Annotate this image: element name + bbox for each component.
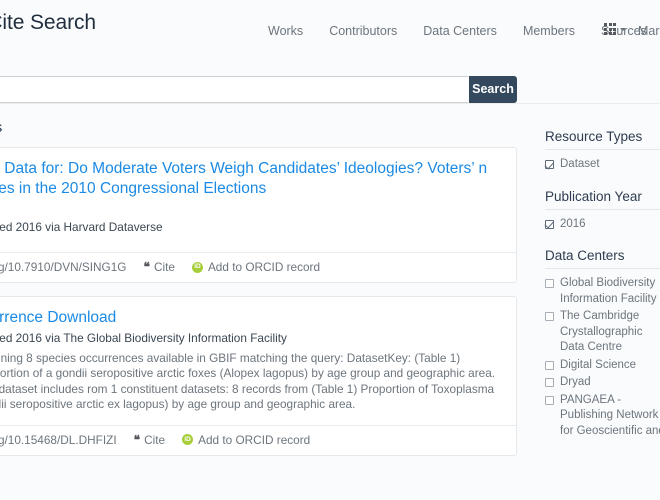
results-heading: Works xyxy=(0,119,517,136)
facet-option-gbif[interactable]: Global Biodiversity Information Facility xyxy=(545,276,660,307)
checkbox-icon[interactable] xyxy=(545,312,554,321)
facet-title: Data Centers xyxy=(545,248,660,269)
cite-button[interactable]: ❝ Cite xyxy=(143,260,174,274)
facet-option-digital-science[interactable]: Digital Science xyxy=(545,358,660,374)
facet-options: Dataset xyxy=(545,157,660,173)
facet-option-dataset[interactable]: Dataset xyxy=(545,157,660,173)
apps-menu-button[interactable] xyxy=(604,23,627,36)
search-button[interactable]: Search xyxy=(469,76,517,103)
cite-label: Cite xyxy=(153,260,175,274)
facet-publication-year: Publication Year 2016 xyxy=(545,189,660,233)
facet-option-dryad[interactable]: Dryad xyxy=(545,375,660,391)
orcid-label: Add to ORCID record xyxy=(207,260,321,274)
result-doi-link[interactable]: oi.org/10.7910/DVN/SING1G xyxy=(0,260,126,274)
nav-item-works[interactable]: Works xyxy=(268,24,303,38)
facet-option-label: Digital Science xyxy=(560,358,637,371)
facet-title: Publication Year xyxy=(545,189,660,210)
results-column: Works tion Data for: Do Moderate Voters … xyxy=(0,119,517,469)
result-description: ontaining 8 species occurrences availabl… xyxy=(0,350,496,412)
result-title[interactable]: ccurrence Download xyxy=(0,308,502,328)
cite-label: Cite xyxy=(144,432,166,447)
facet-options: 2016 xyxy=(545,217,660,233)
facet-option-label: 2016 xyxy=(560,217,586,230)
facet-sidebar: Resource Types Dataset Publication Year … xyxy=(545,129,660,455)
facet-title: Resource Types xyxy=(545,129,660,150)
checkbox-icon[interactable] xyxy=(545,395,554,405)
site-logo[interactable]: taCite Search xyxy=(0,11,96,35)
checkbox-icon[interactable] xyxy=(545,360,554,370)
facet-option-2016[interactable]: 2016 xyxy=(545,217,660,233)
checkbox-icon[interactable] xyxy=(545,279,554,288)
orcid-icon xyxy=(182,434,194,445)
checkbox-icon[interactable] xyxy=(545,219,554,229)
result-card-body: ccurrence Download blished 2016 via The … xyxy=(0,297,516,425)
datacite-search-page: taCite Search Works Contributors Data Ce… xyxy=(0,0,660,500)
top-navbar: taCite Search Works Contributors Data Ce… xyxy=(0,0,660,46)
grid-apps-icon xyxy=(604,23,617,36)
facet-option-label: Dryad xyxy=(560,376,591,388)
quote-icon: ❝ xyxy=(133,432,141,447)
checkbox-icon[interactable] xyxy=(545,160,554,169)
facet-option-label: Dataset xyxy=(560,158,600,170)
add-to-orcid-button[interactable]: Add to ORCID record xyxy=(182,433,310,447)
facet-options: Global Biodiversity Information Facility… xyxy=(545,276,660,439)
checkbox-icon[interactable] xyxy=(545,378,554,387)
search-input[interactable] xyxy=(0,76,468,103)
main-navigation: Works Contributors Data Centers Members … xyxy=(268,24,647,38)
user-menu-label[interactable]: Mar xyxy=(638,24,660,38)
add-to-orcid-button[interactable]: Add to ORCID record xyxy=(191,260,321,274)
result-doi-link[interactable]: oi.org/10.15468/DL.DHFIZI xyxy=(0,433,117,447)
nav-item-contributors[interactable]: Contributors xyxy=(329,24,397,38)
chevron-down-icon xyxy=(620,27,627,31)
facet-resource-types: Resource Types Dataset xyxy=(545,129,660,173)
result-card: tion Data for: Do Moderate Voters Weigh … xyxy=(0,147,517,283)
result-title[interactable]: tion Data for: Do Moderate Voters Weigh … xyxy=(0,159,502,198)
result-card-body: tion Data for: Do Moderate Voters Weigh … xyxy=(0,148,516,252)
result-publication-meta: blished 2016 via The Global Biodiversity… xyxy=(0,330,287,345)
nav-item-members[interactable]: Members xyxy=(523,24,575,38)
orcid-label: Add to ORCID record xyxy=(198,432,311,447)
result-card: ccurrence Download blished 2016 via The … xyxy=(0,296,517,456)
result-card-footer: oi.org/10.15468/DL.DHFIZI ❝ Cite Add to … xyxy=(0,424,516,455)
facet-option-label: The Cambridge Crystallographic Data Cent… xyxy=(560,310,643,353)
facet-option-pangaea[interactable]: PANGAEA - Publishing Network for Geoscie… xyxy=(545,393,660,440)
result-card-footer: oi.org/10.7910/DVN/SING1G ❝ Cite Add to … xyxy=(0,252,516,282)
facet-option-ccdc[interactable]: The Cambridge Crystallographic Data Cent… xyxy=(545,309,660,356)
facet-option-label: PANGAEA - Publishing Network for Geoscie… xyxy=(560,393,660,437)
facet-data-centers: Data Centers Global Biodiversity Informa… xyxy=(545,248,660,439)
cite-button[interactable]: ❝ Cite xyxy=(134,433,165,447)
quote-icon: ❝ xyxy=(143,260,150,274)
facet-option-label: Global Biodiversity Information Facility xyxy=(560,277,657,305)
orcid-icon xyxy=(191,261,203,273)
result-authors: ms xyxy=(0,201,502,215)
nav-item-data-centers[interactable]: Data Centers xyxy=(423,24,497,38)
result-publication-meta: blished 2016 via Harvard Dataverse xyxy=(0,220,163,234)
logo-text-dark: Cite Search xyxy=(0,11,96,34)
